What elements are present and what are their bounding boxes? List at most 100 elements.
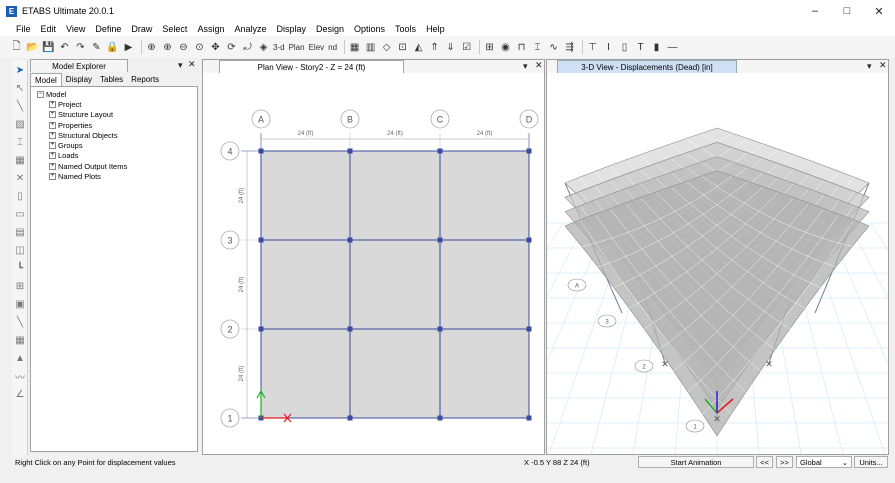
expand-icon[interactable]: + — [49, 152, 56, 160]
joint[interactable] — [526, 415, 532, 421]
move-up-icon[interactable]: ⇑ — [428, 41, 441, 54]
explorer-close-icon[interactable]: ✕ — [188, 59, 196, 70]
menu-select[interactable]: Select — [162, 24, 187, 34]
menu-file[interactable]: File — [16, 24, 31, 34]
zoom-window-icon[interactable]: ⊕ — [145, 41, 158, 54]
explorer-tab-reports[interactable]: Reports — [127, 73, 163, 86]
view3d-tab[interactable]: 3-D View - Displacements (Dead) [in] — [557, 60, 737, 73]
menu-help[interactable]: Help — [426, 24, 445, 34]
rubber-band-icon[interactable]: ⊡ — [396, 41, 409, 54]
joint[interactable] — [347, 415, 353, 421]
coord-system-select[interactable]: Global ⌄ — [796, 456, 852, 468]
column-icon[interactable]: ▯ — [618, 41, 631, 54]
save-icon[interactable]: 💾 — [42, 41, 55, 54]
draw-joint-icon[interactable]: ╲ — [13, 98, 27, 114]
draw-grid-icon[interactable]: ▦ — [13, 332, 27, 348]
menu-define[interactable]: Define — [95, 24, 121, 34]
zoom-in-icon[interactable]: ⊕ — [161, 41, 174, 54]
pan-icon[interactable]: ✥ — [209, 41, 222, 54]
view3d-menu-icon[interactable]: ▾ — [867, 61, 872, 72]
joint[interactable] — [437, 326, 443, 332]
elevation-icon[interactable]: ▥ — [364, 41, 377, 54]
view-nd-button[interactable]: nd — [328, 41, 337, 54]
collapse-icon[interactable]: − — [37, 90, 44, 98]
story-icon[interactable]: ⊤ — [586, 41, 599, 54]
draw-wave-icon[interactable]: 〰 — [13, 368, 27, 384]
draw-tendon-icon[interactable]: ⊞ — [13, 278, 27, 294]
next-step-button[interactable]: >> — [776, 456, 793, 468]
tree-item[interactable]: + Groups — [31, 140, 197, 150]
draw-cross-icon[interactable]: ✕ — [13, 170, 27, 186]
menu-analyze[interactable]: Analyze — [234, 24, 266, 34]
pointer-icon[interactable]: ➤ — [13, 62, 27, 78]
start-animation-button[interactable]: Start Animation — [638, 456, 754, 468]
zoom-restore-icon[interactable]: ⊙ — [193, 41, 206, 54]
view3d-close-icon[interactable]: ✕ — [879, 60, 887, 71]
view-elev-button[interactable]: Elev — [309, 41, 325, 54]
draw-rect-floor-icon[interactable]: ▭ — [13, 206, 27, 222]
view3d-canvas[interactable]: A321✕ ✕✕ — [547, 73, 888, 454]
open-icon[interactable]: 📂 — [26, 41, 39, 54]
tree-item[interactable]: + Loads — [31, 151, 197, 161]
draw-dimension-icon[interactable]: ∠ — [13, 386, 27, 402]
plan-view-tab[interactable]: Plan View - Story2 - Z = 24 (ft) — [219, 60, 404, 73]
menu-view[interactable]: View — [66, 24, 85, 34]
draw-brace-icon[interactable]: ▦ — [13, 152, 27, 168]
tree-item[interactable]: + Named Output Items — [31, 161, 197, 171]
menu-display[interactable]: Display — [276, 24, 306, 34]
zoom-out-icon[interactable]: ⊖ — [177, 41, 190, 54]
view-plan-button[interactable]: Plan — [289, 41, 305, 54]
draw-line-icon[interactable]: ╲ — [13, 314, 27, 330]
refresh-icon[interactable]: ⟳ — [225, 41, 238, 54]
floor-slab[interactable] — [261, 151, 529, 418]
expand-icon[interactable]: + — [49, 121, 56, 129]
joint[interactable] — [526, 148, 532, 154]
tree-item[interactable]: + Structural Objects — [31, 130, 197, 140]
plan-view-canvas[interactable]: A B C D 4 3 2 1 24 (ft) 24 (ft) 24 (ft) 24 (ft) 24 (… — [203, 73, 544, 454]
lock-icon[interactable]: 🔒 — [106, 41, 119, 54]
expand-icon[interactable]: + — [49, 100, 56, 108]
expand-icon[interactable]: + — [49, 162, 56, 170]
draw-floor-icon[interactable]: ▯ — [13, 188, 27, 204]
menu-assign[interactable]: Assign — [197, 24, 224, 34]
reshape-icon[interactable]: ↖ — [13, 80, 27, 96]
minimize-button[interactable]: – — [799, 0, 831, 22]
expand-icon[interactable]: + — [49, 173, 56, 181]
dimension-icon[interactable]: — — [666, 41, 679, 54]
draw-ramp-icon[interactable]: ▲ — [13, 350, 27, 366]
plan-menu-icon[interactable]: ▾ — [523, 61, 528, 72]
tree-item[interactable]: + Structure Layout — [31, 110, 197, 120]
undo-icon[interactable]: ↶ — [58, 41, 71, 54]
frame-icon[interactable]: ⊓ — [515, 41, 528, 54]
draw-link-icon[interactable]: ┗ — [13, 260, 27, 276]
joint[interactable] — [437, 415, 443, 421]
expand-icon[interactable]: + — [49, 142, 56, 150]
redo-icon[interactable]: ↷ — [74, 41, 87, 54]
view-v3d-button[interactable]: 3-d — [273, 41, 285, 54]
draw-wall-icon[interactable]: ▤ — [13, 224, 27, 240]
new-icon[interactable]: 🗋 — [10, 41, 23, 54]
units-button[interactable]: Units... — [854, 456, 888, 468]
perspective-icon[interactable]: ◭ — [412, 41, 425, 54]
expand-icon[interactable]: + — [49, 111, 56, 119]
menu-edit[interactable]: Edit — [41, 24, 57, 34]
menu-options[interactable]: Options — [354, 24, 385, 34]
rotate-icon[interactable]: ⤾ — [241, 41, 254, 54]
draw-column-icon[interactable]: ⌶ — [13, 134, 27, 150]
close-button[interactable]: ✕ — [863, 0, 895, 22]
explorer-tab-tables[interactable]: Tables — [96, 73, 127, 86]
tree-item[interactable]: + Named Plots — [31, 171, 197, 181]
plan-icon[interactable]: ▦ — [348, 41, 361, 54]
draw-opening-icon[interactable]: ◫ — [13, 242, 27, 258]
view-3d-icon[interactable]: ◈ — [257, 41, 270, 54]
expand-icon[interactable]: + — [49, 131, 56, 139]
explorer-tab-display[interactable]: Display — [62, 73, 96, 86]
run-icon[interactable]: ▶ — [122, 41, 135, 54]
set-display-icon[interactable]: ☑ — [460, 41, 473, 54]
joint[interactable] — [437, 148, 443, 154]
menu-draw[interactable]: Draw — [131, 24, 152, 34]
section-icon[interactable]: ⌶ — [531, 41, 544, 54]
tree-item[interactable]: + Properties — [31, 120, 197, 130]
menu-tools[interactable]: Tools — [395, 24, 416, 34]
tree-item[interactable]: + Project — [31, 99, 197, 109]
